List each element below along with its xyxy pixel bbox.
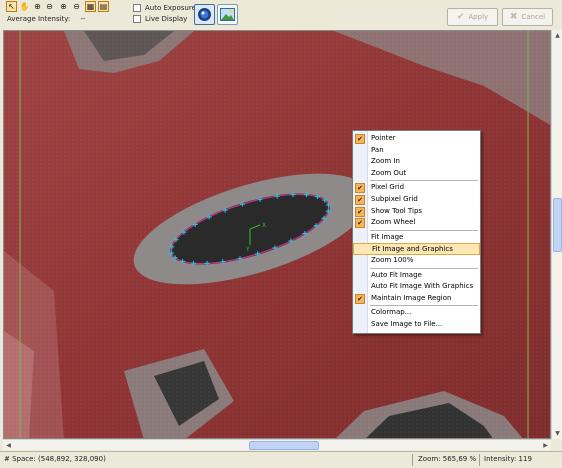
- cancel-label: Cancel: [521, 13, 546, 21]
- horizontal-scroll-thumb[interactable]: [249, 441, 319, 450]
- menu-item-zoom-in[interactable]: Zoom In: [353, 156, 480, 168]
- auto-exposure-checkbox[interactable]: Auto Exposure: [133, 4, 196, 12]
- scroll-down-icon[interactable]: ▼: [552, 428, 562, 439]
- camera-lens-icon: [198, 8, 211, 21]
- status-separator: [479, 454, 480, 466]
- menu-item-label: Colormap...: [371, 308, 412, 317]
- menu-item-auto-fit-image[interactable]: Auto Fit Image: [353, 270, 480, 282]
- menu-separator: [370, 229, 478, 231]
- apply-label: Apply: [468, 13, 489, 21]
- subpixel-grid-toggle-button[interactable]: ▤: [98, 1, 109, 12]
- menu-item-zoom-100[interactable]: Zoom 100%: [353, 255, 480, 267]
- checkmark-icon: ✔: [355, 206, 365, 217]
- menu-separator: [370, 180, 478, 182]
- image-icon: [220, 8, 235, 21]
- menu-item-label: Pan: [371, 145, 384, 154]
- grid-toggle-button[interactable]: ▦: [85, 1, 96, 12]
- live-acquire-button[interactable]: [194, 4, 215, 25]
- menu-item-label: Pixel Grid: [371, 183, 405, 192]
- menu-item-label: Maintain Image Region: [371, 293, 452, 302]
- menu-item-label: Subpixel Grid: [371, 195, 418, 203]
- zoom-fit-out-button[interactable]: ⊖: [71, 1, 82, 12]
- menu-item-label: Fit Image and Graphics: [372, 245, 453, 254]
- menu-item-label: Auto Fit Image: [371, 270, 422, 279]
- load-image-button[interactable]: [217, 4, 238, 25]
- vertical-scroll-thumb[interactable]: [553, 198, 562, 252]
- zoom-in-tool-button[interactable]: ⊕: [32, 1, 43, 12]
- pointer-tool-button[interactable]: ↖: [6, 1, 17, 12]
- checkmark-icon: ✔: [355, 183, 365, 194]
- apply-button[interactable]: ✔ Apply: [447, 8, 498, 26]
- menu-item-label: Save Image to File...: [371, 320, 443, 328]
- menu-item-label: Zoom In: [371, 157, 400, 166]
- menu-item-zoom-wheel[interactable]: ✔ Zoom Wheel: [353, 217, 480, 229]
- menu-item-pointer[interactable]: ✔ Pointer: [353, 133, 480, 145]
- menu-item-fit-image-and-graphics[interactable]: Fit Image and Graphics: [353, 243, 480, 256]
- intensity-readout: Intensity: 119: [484, 455, 532, 463]
- menu-item-label: Pointer: [371, 134, 396, 142]
- menu-item-label: Show Tool Tips: [371, 206, 423, 215]
- menu-item-fit-image[interactable]: Fit Image: [353, 232, 480, 244]
- menu-item-label: Zoom Out: [371, 168, 407, 177]
- svg-text:X: X: [262, 222, 266, 229]
- svg-text:Y: Y: [245, 246, 250, 253]
- zoom-readout: Zoom: 565,69 %: [418, 455, 477, 463]
- menu-item-label: Zoom 100%: [371, 256, 414, 264]
- live-display-label: Live Display: [145, 15, 188, 23]
- toolbar: ↖ ✋ ⊕ ⊖ ⊕ ⊖ ▦ ▤ Average Intensity: -- Auto Expo…: [0, 0, 562, 30]
- status-separator: [412, 454, 413, 466]
- average-intensity: Average Intensity: --: [7, 15, 86, 23]
- live-display-checkbox-box[interactable]: [133, 15, 141, 23]
- context-menu: ✔ Pointer Pan Zoom In Zoom Out ✔ Pixel Grid ✔ Su…: [352, 130, 481, 334]
- menu-item-save-image-to-file[interactable]: Save Image to File...: [353, 319, 480, 331]
- menu-item-subpixel-grid[interactable]: ✔ Subpixel Grid: [353, 194, 480, 206]
- x-icon: ✖: [509, 12, 518, 22]
- vertical-scrollbar[interactable]: ▲ ▼: [551, 30, 562, 439]
- menu-item-colormap[interactable]: Colormap...: [353, 307, 480, 319]
- scroll-right-icon[interactable]: ▶: [540, 440, 551, 451]
- menu-item-label: Auto Fit Image With Graphics: [371, 282, 474, 291]
- checkmark-icon: ✔: [355, 293, 365, 304]
- auto-exposure-label: Auto Exposure: [145, 4, 196, 12]
- pan-tool-button[interactable]: ✋: [19, 1, 30, 12]
- space-coordinates: # Space: (548,892, 328,090): [4, 455, 106, 463]
- menu-item-show-tool-tips[interactable]: ✔ Show Tool Tips: [353, 206, 480, 218]
- menu-separator: [370, 305, 478, 307]
- menu-item-zoom-out[interactable]: Zoom Out: [353, 168, 480, 180]
- menu-separator: [370, 267, 478, 269]
- status-bar: # Space: (548,892, 328,090) Zoom: 565,69…: [0, 451, 562, 468]
- zoom-fit-in-button[interactable]: ⊕: [58, 1, 69, 12]
- checkmark-icon: ✔: [355, 134, 365, 144]
- average-intensity-label: Average Intensity:: [7, 15, 71, 23]
- menu-item-label: Fit Image: [371, 232, 404, 241]
- live-display-checkbox[interactable]: Live Display: [133, 15, 187, 23]
- checkmark-icon: ✔: [355, 218, 365, 229]
- menu-item-pan[interactable]: Pan: [353, 145, 480, 157]
- scroll-up-icon[interactable]: ▲: [552, 30, 562, 41]
- menu-item-pixel-grid[interactable]: ✔ Pixel Grid: [353, 182, 480, 194]
- scroll-left-icon[interactable]: ◀: [3, 440, 14, 451]
- zoom-out-tool-button[interactable]: ⊖: [44, 1, 55, 12]
- menu-item-maintain-image-region[interactable]: ✔ Maintain Image Region: [353, 293, 480, 305]
- auto-exposure-checkbox-box[interactable]: [133, 4, 141, 12]
- average-intensity-value: --: [80, 15, 86, 23]
- checkmark-icon: ✔: [355, 195, 365, 205]
- menu-item-label: Zoom Wheel: [371, 218, 416, 227]
- cancel-button[interactable]: ✖ Cancel: [502, 8, 553, 26]
- checkmark-icon: ✔: [456, 12, 465, 22]
- menu-item-auto-fit-image-with-graphics[interactable]: Auto Fit Image With Graphics: [353, 281, 480, 293]
- horizontal-scrollbar[interactable]: ◀ ▶: [3, 439, 551, 450]
